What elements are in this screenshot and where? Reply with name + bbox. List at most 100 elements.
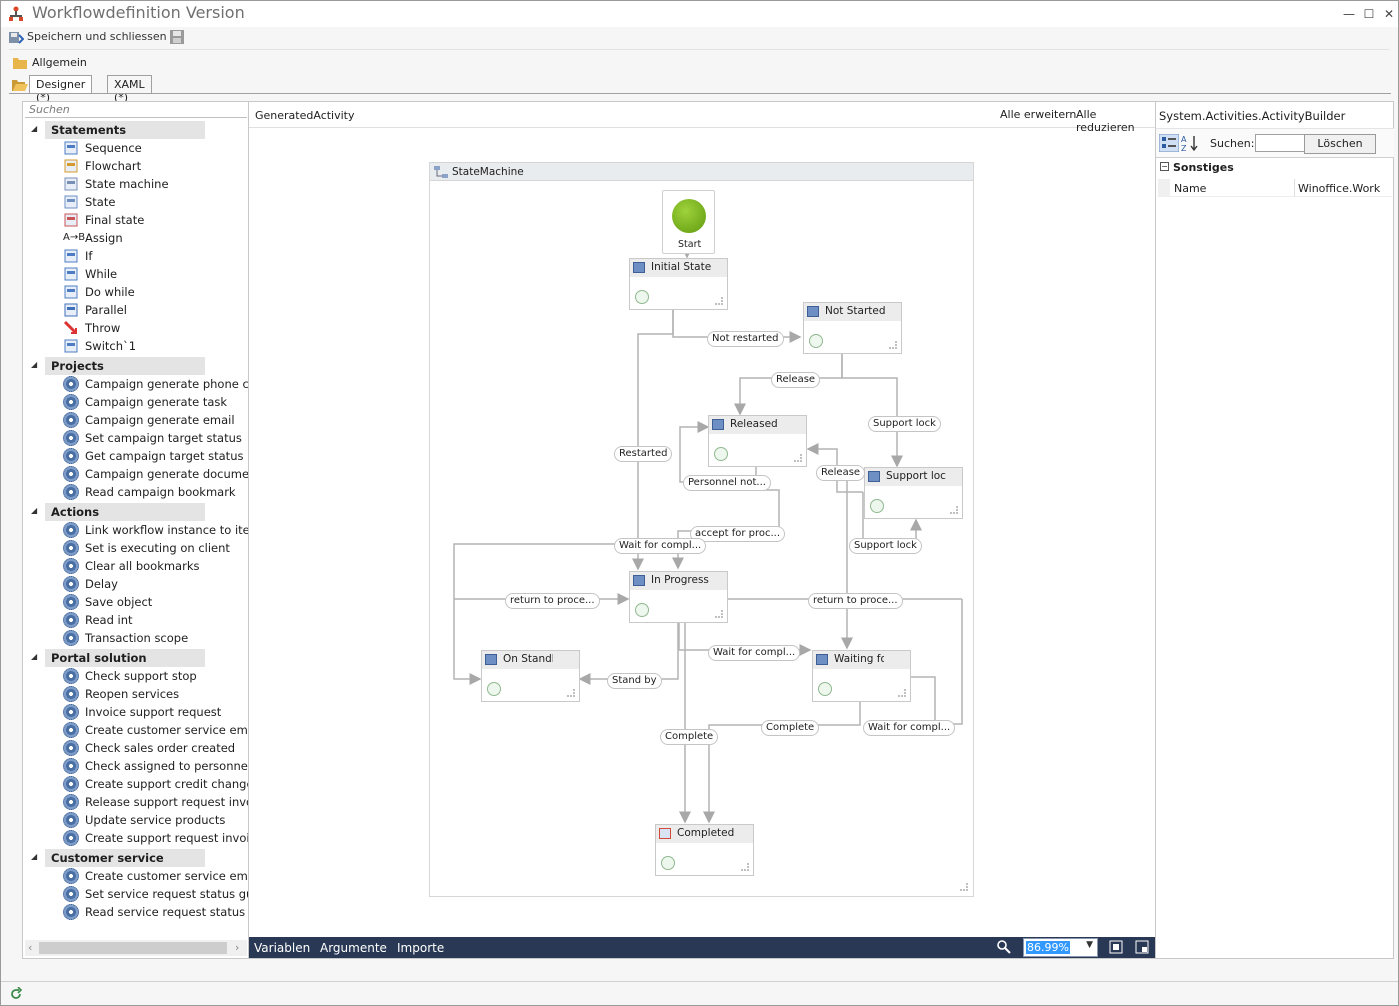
toolbox-item-label: Parallel (85, 303, 127, 317)
save-icon[interactable] (169, 29, 185, 45)
expand-all-link[interactable]: Alle erweitern (1000, 108, 1076, 121)
category-label: Portal solution (51, 651, 147, 665)
property-name: Name (1174, 182, 1207, 195)
toolbox-item-label: Reopen services (85, 687, 180, 701)
chevron-down-icon[interactable]: ▼ (1086, 940, 1093, 950)
breadcrumb[interactable]: GeneratedActivity (255, 109, 355, 122)
state-icon (807, 306, 819, 317)
state-initial[interactable]: Initial State (629, 258, 728, 310)
parallel-icon (64, 303, 78, 317)
category-label: Statements (51, 123, 127, 137)
expand-arrow-icon[interactable]: ◢ (31, 652, 37, 661)
gear-icon (63, 776, 79, 792)
toolbox-category-statements[interactable]: ◢ Statements (25, 121, 245, 139)
transition-return-process[interactable]: return to proce... (505, 593, 600, 609)
transition-accept[interactable]: accept for proc... (690, 526, 786, 542)
toolbox-item-label: Check assigned to personnel (85, 759, 249, 773)
transition-return-process-2[interactable]: return to proce... (808, 593, 903, 609)
toolbox-item-label: Check sales order created (85, 741, 236, 755)
transition-support-lock-2[interactable]: Support lock (849, 538, 922, 554)
expand-arrow-icon[interactable]: ◢ (31, 360, 37, 369)
transition-wait-complete-2[interactable]: Wait for compl... (708, 645, 801, 661)
expand-arrow-icon[interactable]: ◢ (31, 124, 37, 133)
toolbox-category-customer-service[interactable]: ◢ Customer service (25, 849, 245, 867)
zoom-select[interactable]: 86.99% ▼ (1023, 938, 1098, 957)
tab-xaml[interactable]: XAML (*) (107, 75, 152, 104)
clear-search-button[interactable]: Löschen (1304, 134, 1376, 154)
state-completed[interactable]: Completed (655, 824, 754, 876)
scroll-left-icon[interactable]: ‹ (28, 941, 32, 954)
statemachine-container[interactable]: StateMachine Start Initial State Not Sta… (429, 162, 974, 897)
transition-release-2[interactable]: Release (816, 465, 866, 481)
toolbar: Speichern und schliessen (1, 27, 1398, 47)
state-icon (64, 195, 78, 209)
properties-search-input[interactable] (1255, 134, 1305, 152)
expand-arrow-icon[interactable]: ◢ (31, 506, 37, 515)
toolbox-item-label: Throw (85, 321, 121, 335)
expand-arrow-icon[interactable]: ◢ (31, 852, 37, 861)
gear-icon (63, 540, 79, 556)
toolbox-item-label: Flowchart (85, 159, 142, 173)
refresh-icon[interactable] (9, 987, 23, 1001)
state-released-title: Released (730, 418, 778, 430)
properties-category: Sonstiges (1173, 161, 1234, 174)
state-in-progress[interactable]: In Progress (629, 571, 728, 623)
scrollbar-thumb[interactable] (39, 942, 227, 954)
state-waiting[interactable]: Waiting for (812, 650, 911, 702)
fit-to-screen-icon[interactable] (1109, 940, 1123, 954)
transition-wait-complete-3[interactable]: Wait for compl... (863, 720, 956, 736)
collapse-category-icon[interactable]: − (1160, 162, 1169, 171)
toolbox-item-label: Assign (85, 231, 123, 245)
toolbox-item-label: While (85, 267, 118, 281)
state-on-standby[interactable]: On Standby (481, 650, 580, 702)
search-icon[interactable] (997, 940, 1011, 954)
transition-stand-by[interactable]: Stand by (607, 673, 662, 689)
state-icon (868, 471, 880, 482)
minimize-button[interactable]: — (1339, 5, 1359, 23)
toolbox-item-label: Create customer service email (85, 869, 249, 883)
transition-support-lock[interactable]: Support lock (868, 416, 941, 432)
state-completed-title: Completed (677, 827, 735, 839)
transition-complete-2[interactable]: Complete (761, 720, 820, 736)
toolbox-category-actions[interactable]: ◢ Actions (25, 503, 245, 521)
entry-icon (714, 447, 728, 461)
arguments-tab[interactable]: Argumente (320, 941, 387, 955)
property-row[interactable]: Name Winoffice.Work (1158, 179, 1392, 197)
gear-icon (63, 558, 79, 574)
transition-complete[interactable]: Complete (660, 729, 719, 745)
save-close-icon (9, 32, 24, 44)
toolbox-horizontal-scrollbar[interactable]: ‹ › (25, 940, 247, 956)
state-on-standby-title: On Standby (503, 653, 553, 665)
entry-icon (635, 290, 649, 304)
entry-icon (818, 682, 832, 696)
state-waiting-title: Waiting for (834, 653, 884, 665)
toolbox-search-input[interactable]: Suchen (25, 102, 247, 118)
imports-tab[interactable]: Importe (397, 941, 444, 955)
transition-not-restarted[interactable]: Not restarted (707, 331, 784, 347)
toolbox-category-projects[interactable]: ◢ Projects (25, 357, 245, 375)
close-button[interactable]: ✕ (1379, 5, 1399, 23)
state-support-lock[interactable]: Support loc (864, 467, 963, 519)
state-released[interactable]: Released (708, 415, 807, 467)
collapse-all-link[interactable]: Alle reduzieren (1076, 108, 1155, 134)
toolbox-item-label: Read int (85, 613, 133, 627)
sort-alphabetical-icon[interactable]: AZ (1181, 134, 1199, 152)
assign-icon: A→B (63, 232, 86, 243)
transition-restarted[interactable]: Restarted (614, 446, 673, 462)
transition-wait-complete[interactable]: Wait for compl... (614, 538, 707, 554)
toolbox-category-portal-solution[interactable]: ◢ Portal solution (25, 649, 245, 667)
transition-release[interactable]: Release (771, 372, 821, 388)
toolbox-item-label: Campaign generate phone call (85, 377, 249, 391)
start-node[interactable]: Start (662, 190, 715, 254)
maximize-button[interactable]: ☐ (1359, 5, 1379, 23)
state-not-started[interactable]: Not Started (803, 302, 902, 354)
entry-icon (809, 334, 823, 348)
scroll-right-icon[interactable]: › (235, 941, 239, 954)
categorized-view-icon[interactable] (1159, 134, 1179, 152)
tab-designer[interactable]: Designer (*) (29, 75, 93, 104)
variables-tab[interactable]: Variablen (254, 941, 310, 955)
toolbox-item-label: Final state (85, 213, 145, 227)
overview-map-icon[interactable] (1135, 940, 1149, 954)
property-value[interactable]: Winoffice.Work (1298, 182, 1392, 195)
transition-personnel[interactable]: Personnel not... (683, 475, 771, 491)
